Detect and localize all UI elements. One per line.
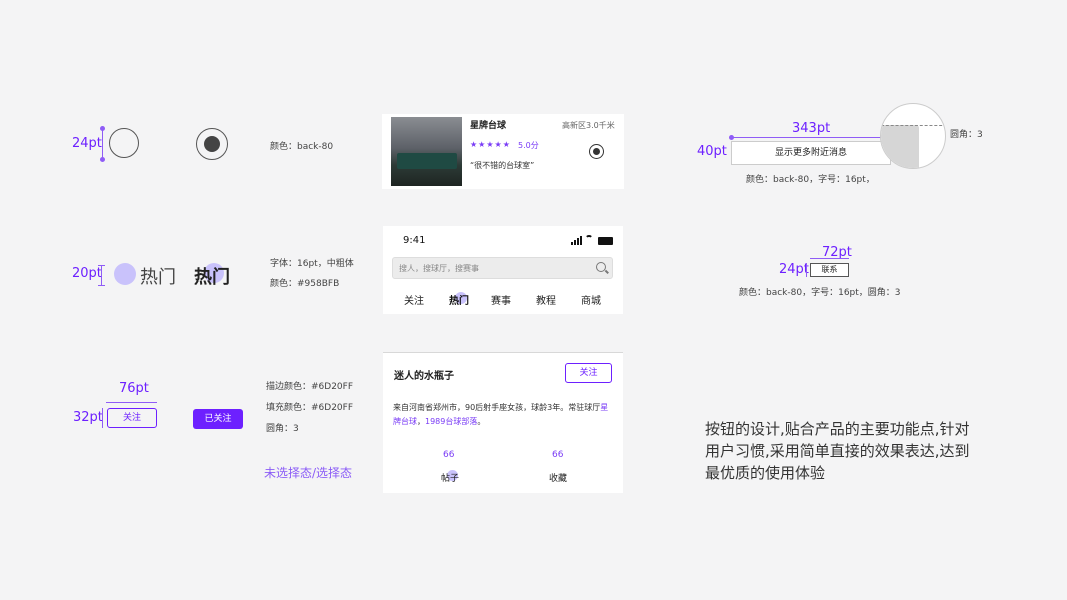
- description-line: 最优质的使用体验: [705, 464, 826, 482]
- favorites-label[interactable]: 收藏: [549, 471, 567, 484]
- profile-bio-text: 来自河南省郑州市，90后射手座女孩，球龄3年。常驻球厅: [393, 403, 601, 412]
- wide-btn-note: 颜色：back-80，字号：16pt，: [746, 175, 875, 185]
- venue-distance: 高新区3.0千米: [562, 121, 615, 130]
- followed-button-selected[interactable]: 已关注: [193, 409, 243, 429]
- follow-width-label: 76pt: [119, 381, 149, 396]
- contact-height-line: [806, 263, 807, 277]
- radio-selected-dot: [204, 136, 220, 152]
- status-time: 9:41: [403, 235, 426, 246]
- radio-color-note: 颜色：back-80: [270, 142, 334, 152]
- dimension-dot: [100, 126, 105, 131]
- followed-label: 已关注: [204, 414, 232, 424]
- search-icon-handle: [605, 269, 609, 274]
- tab-mall[interactable]: 商城: [581, 292, 601, 307]
- venue-radio-dot: [593, 148, 600, 155]
- contact-height-label: 24pt: [779, 262, 809, 277]
- favorites-count: 66: [552, 450, 564, 460]
- profile-card: 迷人的水瓶子 关注 来自河南省郑州市，90后射手座女孩，球龄3年。常驻球厅星牌台…: [383, 352, 623, 493]
- contact-note: 颜色：back-80，字号：16pt，圆角：3: [739, 288, 901, 298]
- radio-selected[interactable]: [196, 128, 228, 160]
- tab-hot[interactable]: 热门: [449, 292, 469, 307]
- wide-btn-radius-note: 圆角：3: [950, 130, 983, 140]
- radio-size-label: 24pt: [72, 136, 102, 151]
- posts-label[interactable]: 帖子: [441, 471, 459, 484]
- follow-label: 关注: [122, 413, 141, 423]
- profile-follow-label: 关注: [579, 368, 598, 378]
- dimension-tick: [98, 285, 105, 286]
- venue-card[interactable]: 星牌台球 高新区3.0千米 ★★★★★ 5.0分 “很不错的台球室”: [382, 114, 624, 189]
- state-caption: 未选择态/选择态: [264, 466, 353, 480]
- corner-guide-line: [881, 125, 945, 126]
- description-line: 按钮的设计,贴合产品的主要功能点,针对: [705, 420, 970, 438]
- hot-tab-size-label: 20pt: [72, 266, 102, 281]
- corner-sample: [881, 125, 919, 168]
- follow-button-unselected[interactable]: 关注: [107, 408, 157, 428]
- corner-radius-magnifier: [880, 103, 946, 169]
- description-line: 用户习惯,采用简单直接的效果表达,达到: [705, 442, 970, 460]
- contact-label: 联系: [821, 265, 838, 274]
- venue-radio[interactable]: [589, 144, 604, 159]
- wide-btn-width-label: 343pt: [792, 121, 831, 136]
- dimension-dot: [729, 135, 734, 140]
- venue-photo: [391, 117, 462, 186]
- rating-stars: ★★★★★: [470, 140, 511, 149]
- pool-table-image: [397, 153, 457, 169]
- fill-color-note: 填充颜色：#6D20FF: [266, 403, 354, 413]
- hot-tab-font-note: 字体：16pt，中粗体: [270, 259, 354, 269]
- wide-btn-dimension-line: [731, 137, 889, 138]
- hot-tab-dimension-line: [101, 265, 102, 286]
- radio-unselected[interactable]: [109, 128, 139, 158]
- posts-count: 66: [443, 450, 455, 460]
- hot-tab-highlight-dot: [114, 263, 136, 285]
- profile-name: 迷人的水瓶子: [394, 371, 454, 382]
- stroke-color-note: 描边颜色：#6D20FF: [266, 382, 354, 392]
- show-more-label: 显示更多附近消息: [774, 148, 847, 158]
- venue-score: 5.0分: [518, 141, 539, 150]
- bio-separator: ，: [417, 417, 425, 426]
- tab-events[interactable]: 赛事: [491, 292, 511, 307]
- wifi-icon: [585, 235, 593, 243]
- follow-width-line: [106, 402, 157, 403]
- profile-bio: 来自河南省郑州市，90后射手座女孩，球龄3年。常驻球厅星牌台球，1989台球部落…: [393, 401, 613, 429]
- contact-button[interactable]: 联系: [810, 263, 849, 277]
- design-description: 按钮的设计,贴合产品的主要功能点,针对 用户习惯,采用简单直接的效果表达,达到 …: [705, 418, 970, 484]
- dimension-dot: [100, 157, 105, 162]
- hot-tab-label-normal[interactable]: 热门: [140, 263, 176, 289]
- phone-header-card: 9:41 搜人，搜球厅，搜赛事 关注 热门 赛事 教程 商城: [383, 226, 623, 314]
- search-input[interactable]: 搜人，搜球厅，搜赛事: [392, 257, 613, 279]
- radio-dimension-line: [102, 128, 103, 160]
- search-placeholder: 搜人，搜球厅，搜赛事: [399, 264, 479, 273]
- wide-btn-height-label: 40pt: [697, 144, 727, 159]
- club-link[interactable]: 1989台球部落: [425, 417, 477, 426]
- tab-follow[interactable]: 关注: [404, 292, 424, 307]
- follow-height-label: 32pt: [73, 410, 103, 425]
- venue-name: 星牌台球: [470, 121, 507, 131]
- venue-review: “很不错的台球室”: [470, 161, 535, 170]
- hot-tab-color-note: 颜色：#958BFB: [270, 279, 340, 289]
- bio-suffix: 。: [477, 417, 486, 426]
- dimension-tick: [98, 265, 105, 266]
- follow-height-line: [102, 408, 103, 428]
- battery-icon: [598, 237, 613, 245]
- tab-tutorial[interactable]: 教程: [536, 292, 556, 307]
- contact-width-line: [810, 258, 849, 259]
- show-more-button[interactable]: 显示更多附近消息: [731, 141, 891, 165]
- profile-follow-button[interactable]: 关注: [565, 363, 612, 383]
- hot-tab-label-active[interactable]: 热门: [194, 263, 230, 289]
- follow-radius-note: 圆角：3: [266, 424, 299, 434]
